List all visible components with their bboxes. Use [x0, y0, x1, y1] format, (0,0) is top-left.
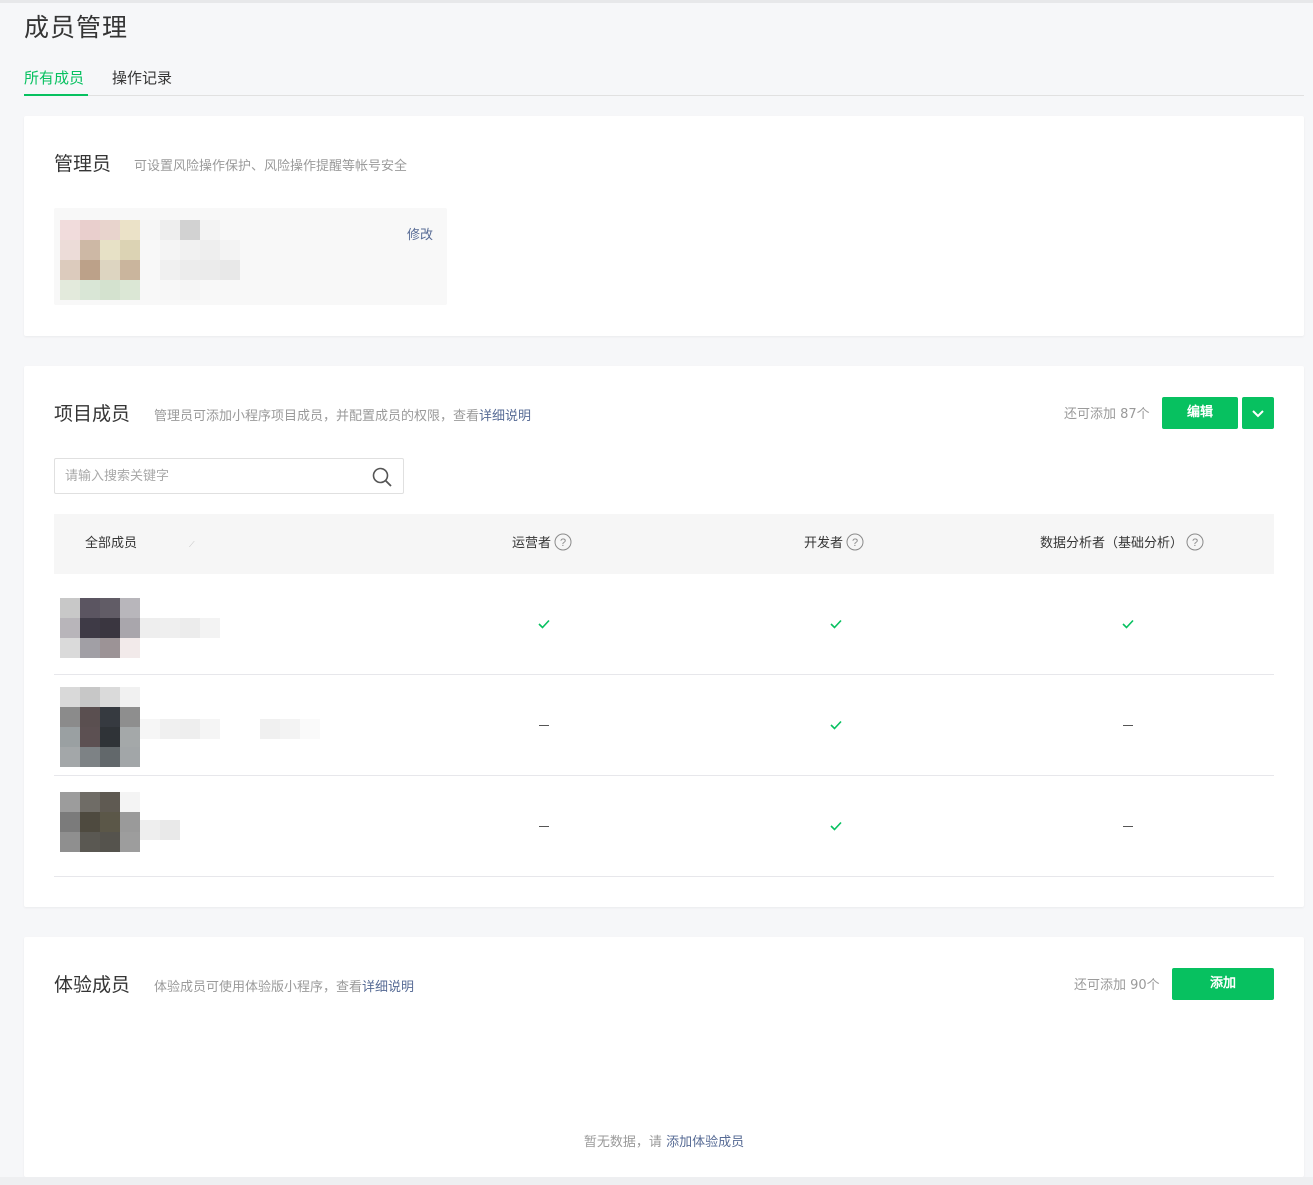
dash-icon [1123, 825, 1133, 827]
column-header-all[interactable]: 全部成员 ⟋ [85, 514, 195, 574]
member-name-blurred [140, 820, 180, 840]
svg-text:?: ? [1192, 537, 1198, 549]
help-icon[interactable]: ? [846, 533, 864, 551]
column-operator-label: 运营者 [512, 536, 552, 551]
bottom-divider [0, 1177, 1313, 1185]
member-table-header: 全部成员 ⟋ 运营者? 开发者? 数据分析者（基础分析）? [54, 514, 1274, 574]
project-members-card: 项目成员 管理员可添加小程序项目成员，并配置成员的权限，查看详细说明 还可添加 … [24, 366, 1304, 907]
svg-text:?: ? [560, 537, 566, 549]
analyst-cell [1108, 574, 1148, 674]
member-avatar [60, 687, 140, 767]
operator-cell [524, 574, 564, 674]
table-row [54, 574, 1274, 675]
column-header-analyst: 数据分析者（基础分析）? [1040, 514, 1204, 574]
table-row [54, 776, 1274, 877]
admin-modify-link[interactable]: 修改 [407, 224, 433, 243]
project-desc-text: 管理员可添加小程序项目成员，并配置成员的权限，查看 [154, 409, 480, 424]
top-divider [0, 0, 1313, 3]
analyst-cell [1108, 675, 1148, 775]
project-section-title: 项目成员 [54, 403, 131, 425]
help-icon[interactable]: ? [554, 533, 572, 551]
developer-cell [816, 675, 856, 775]
empty-state: 暂无数据，请 添加体验成员 [24, 1131, 1304, 1150]
dash-icon [539, 825, 549, 827]
add-experience-member-link[interactable]: 添加体验成员 [666, 1135, 744, 1150]
operator-cell [524, 776, 564, 876]
empty-state-text: 暂无数据，请 [583, 1135, 667, 1150]
member-name-blurred [140, 618, 220, 638]
svg-text:?: ? [852, 537, 858, 549]
tab-all-members[interactable]: 所有成员 [24, 66, 88, 96]
experience-detail-link[interactable]: 详细说明 [362, 980, 414, 995]
check-icon [538, 619, 550, 629]
search-icon[interactable] [371, 466, 393, 488]
check-icon [830, 821, 842, 831]
column-all-label: 全部成员 [85, 536, 138, 551]
search-input[interactable] [65, 459, 365, 493]
developer-cell [816, 776, 856, 876]
check-icon [1122, 619, 1134, 629]
chevron-down-icon [1252, 410, 1264, 418]
member-avatar [60, 598, 140, 658]
experience-members-card: 体验成员 体验成员可使用体验版小程序，查看详细说明 还可添加 90个 添加 暂无… [24, 937, 1304, 1177]
experience-quota: 还可添加 90个 [1074, 978, 1160, 993]
page-title: 成员管理 [24, 13, 129, 42]
sort-icon: ⟋ [189, 540, 195, 549]
experience-section-desc: 体验成员可使用体验版小程序，查看详细说明 [154, 976, 414, 995]
admin-name-blurred [140, 220, 240, 300]
column-header-operator: 运营者? [512, 514, 572, 574]
admin-section-desc: 可设置风险操作保护、风险操作提醒等帐号安全 [134, 159, 408, 174]
tab-bar: 所有成员 操作记录 [24, 66, 1304, 96]
column-header-developer: 开发者? [804, 514, 864, 574]
project-quota: 还可添加 87个 [1064, 407, 1150, 422]
admin-section-title: 管理员 [54, 153, 112, 175]
check-icon [830, 720, 842, 730]
edit-dropdown-button[interactable] [1242, 397, 1274, 429]
operator-cell [524, 675, 564, 775]
developer-cell [816, 574, 856, 674]
add-experience-member-button[interactable]: 添加 [1172, 968, 1274, 1000]
admin-info-box: 修改 [54, 208, 447, 305]
member-avatar [60, 792, 140, 852]
dash-icon [539, 724, 549, 726]
member-name-blurred [140, 719, 320, 739]
admin-avatar [60, 220, 140, 300]
project-detail-link[interactable]: 详细说明 [479, 409, 531, 424]
help-icon[interactable]: ? [1186, 533, 1204, 551]
member-search-box [54, 458, 404, 494]
admin-card: 管理员 可设置风险操作保护、风险操作提醒等帐号安全 修改 [24, 116, 1304, 336]
check-icon [830, 619, 842, 629]
dash-icon [1123, 724, 1133, 726]
experience-section-title: 体验成员 [54, 974, 131, 996]
project-section-desc: 管理员可添加小程序项目成员，并配置成员的权限，查看详细说明 [154, 405, 531, 424]
edit-button[interactable]: 编辑 [1162, 397, 1238, 429]
tab-operation-log[interactable]: 操作记录 [112, 66, 172, 96]
column-analyst-label: 数据分析者（基础分析） [1040, 536, 1184, 551]
analyst-cell [1108, 776, 1148, 876]
table-row [54, 675, 1274, 776]
column-developer-label: 开发者 [804, 536, 844, 551]
experience-desc-text: 体验成员可使用体验版小程序，查看 [154, 980, 363, 995]
